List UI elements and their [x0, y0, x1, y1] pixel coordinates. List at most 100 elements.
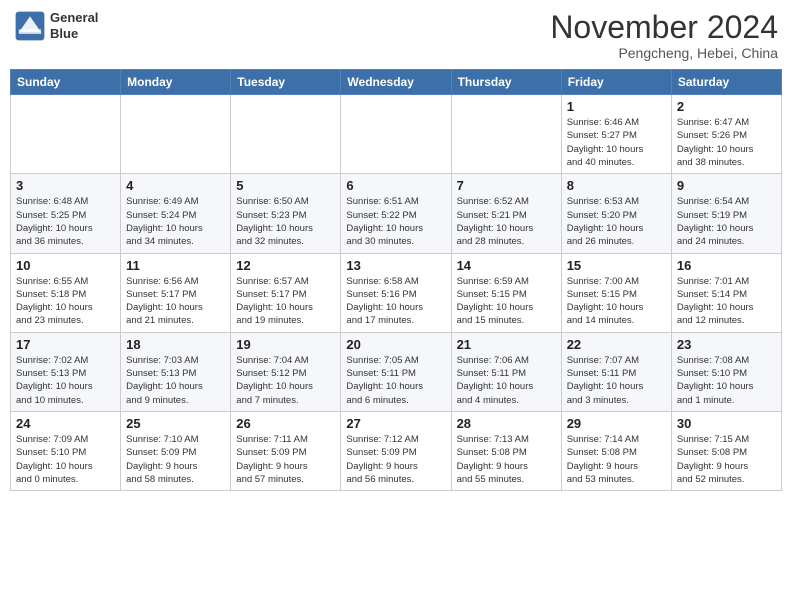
day-number: 3: [16, 178, 115, 193]
day-number: 1: [567, 99, 666, 114]
calendar-cell: 12Sunrise: 6:57 AMSunset: 5:17 PMDayligh…: [231, 253, 341, 332]
week-row-4: 17 Sunrise: 7:02 AMSunset: 5:13 PMDayligh…: [11, 332, 782, 411]
day-number: 27: [346, 416, 445, 431]
day-number: 18: [126, 337, 225, 352]
day-info: Sunrise: 6:47 AMSunset: 5:26 PMDaylight:…: [677, 116, 776, 169]
day-number: 12: [236, 258, 335, 273]
day-info: Sunrise: 7:03 AMSunset: 5:13 PMDaylight:…: [126, 354, 225, 407]
day-info: Sunrise: 6:50 AMSunset: 5:23 PMDaylight:…: [236, 195, 335, 248]
day-number: 4: [126, 178, 225, 193]
calendar-cell: [341, 95, 451, 174]
calendar-cell: 16 Sunrise: 7:01 AMSunset: 5:14 PMDayligh…: [671, 253, 781, 332]
calendar-cell: 15 Sunrise: 7:00 AMSunset: 5:15 PMDayligh…: [561, 253, 671, 332]
weekday-header-friday: Friday: [561, 70, 671, 95]
day-number: 10: [16, 258, 115, 273]
weekday-header-row: SundayMondayTuesdayWednesdayThursdayFrid…: [11, 70, 782, 95]
day-number: 8: [567, 178, 666, 193]
calendar-cell: 7 Sunrise: 6:52 AMSunset: 5:21 PMDaylight…: [451, 174, 561, 253]
day-number: 16: [677, 258, 776, 273]
calendar-cell: 25 Sunrise: 7:10 AMSunset: 5:09 PMDayligh…: [121, 411, 231, 490]
calendar-cell: 28 Sunrise: 7:13 AMSunset: 5:08 PMDayligh…: [451, 411, 561, 490]
calendar-cell: 20 Sunrise: 7:05 AMSunset: 5:11 PMDayligh…: [341, 332, 451, 411]
calendar-cell: 9 Sunrise: 6:54 AMSunset: 5:19 PMDaylight…: [671, 174, 781, 253]
day-number: 7: [457, 178, 556, 193]
logo-text: General Blue: [50, 10, 98, 41]
day-number: 5: [236, 178, 335, 193]
calendar-cell: 13 Sunrise: 6:58 AMSunset: 5:16 PMDayligh…: [341, 253, 451, 332]
calendar-cell: 5 Sunrise: 6:50 AMSunset: 5:23 PMDaylight…: [231, 174, 341, 253]
calendar-cell: 14 Sunrise: 6:59 AMSunset: 5:15 PMDayligh…: [451, 253, 561, 332]
day-info: Sunrise: 6:54 AMSunset: 5:19 PMDaylight:…: [677, 195, 776, 248]
calendar-cell: 26Sunrise: 7:11 AMSunset: 5:09 PMDayligh…: [231, 411, 341, 490]
day-info: Sunrise: 7:09 AMSunset: 5:10 PMDaylight:…: [16, 433, 115, 486]
calendar-cell: 4Sunrise: 6:49 AMSunset: 5:24 PMDaylight…: [121, 174, 231, 253]
day-number: 21: [457, 337, 556, 352]
day-info: Sunrise: 6:52 AMSunset: 5:21 PMDaylight:…: [457, 195, 556, 248]
day-number: 11: [126, 258, 225, 273]
calendar-cell: 8 Sunrise: 6:53 AMSunset: 5:20 PMDaylight…: [561, 174, 671, 253]
day-number: 9: [677, 178, 776, 193]
day-number: 23: [677, 337, 776, 352]
day-info: Sunrise: 6:53 AMSunset: 5:20 PMDaylight:…: [567, 195, 666, 248]
day-info: Sunrise: 7:04 AMSunset: 5:12 PMDaylight:…: [236, 354, 335, 407]
day-number: 25: [126, 416, 225, 431]
day-info: Sunrise: 6:59 AMSunset: 5:15 PMDaylight:…: [457, 275, 556, 328]
calendar-cell: 11 Sunrise: 6:56 AMSunset: 5:17 PMDayligh…: [121, 253, 231, 332]
weekday-header-monday: Monday: [121, 70, 231, 95]
page-header: General Blue November 2024 Pengcheng, He…: [10, 10, 782, 61]
weekday-header-tuesday: Tuesday: [231, 70, 341, 95]
calendar-cell: 30 Sunrise: 7:15 AMSunset: 5:08 PMDayligh…: [671, 411, 781, 490]
day-info: Sunrise: 7:10 AMSunset: 5:09 PMDaylight:…: [126, 433, 225, 486]
day-info: Sunrise: 7:13 AMSunset: 5:08 PMDaylight:…: [457, 433, 556, 486]
day-info: Sunrise: 7:00 AMSunset: 5:15 PMDaylight:…: [567, 275, 666, 328]
day-info: Sunrise: 6:48 AMSunset: 5:25 PMDaylight:…: [16, 195, 115, 248]
day-number: 6: [346, 178, 445, 193]
day-number: 15: [567, 258, 666, 273]
calendar-cell: 22Sunrise: 7:07 AMSunset: 5:11 PMDayligh…: [561, 332, 671, 411]
calendar-cell: 23 Sunrise: 7:08 AMSunset: 5:10 PMDayligh…: [671, 332, 781, 411]
day-info: Sunrise: 7:02 AMSunset: 5:13 PMDaylight:…: [16, 354, 115, 407]
logo-icon: [14, 10, 46, 42]
day-number: 13: [346, 258, 445, 273]
calendar-table: SundayMondayTuesdayWednesdayThursdayFrid…: [10, 69, 782, 491]
calendar-cell: [11, 95, 121, 174]
day-info: Sunrise: 6:55 AMSunset: 5:18 PMDaylight:…: [16, 275, 115, 328]
day-info: Sunrise: 7:08 AMSunset: 5:10 PMDaylight:…: [677, 354, 776, 407]
day-info: Sunrise: 7:01 AMSunset: 5:14 PMDaylight:…: [677, 275, 776, 328]
day-info: Sunrise: 6:46 AMSunset: 5:27 PMDaylight:…: [567, 116, 666, 169]
week-row-3: 10 Sunrise: 6:55 AMSunset: 5:18 PMDayligh…: [11, 253, 782, 332]
day-number: 19: [236, 337, 335, 352]
day-number: 26: [236, 416, 335, 431]
calendar-cell: 3 Sunrise: 6:48 AMSunset: 5:25 PMDaylight…: [11, 174, 121, 253]
day-info: Sunrise: 6:56 AMSunset: 5:17 PMDaylight:…: [126, 275, 225, 328]
day-number: 2: [677, 99, 776, 114]
logo: General Blue: [14, 10, 98, 42]
calendar-cell: 27Sunrise: 7:12 AMSunset: 5:09 PMDayligh…: [341, 411, 451, 490]
calendar-cell: [121, 95, 231, 174]
day-info: Sunrise: 6:58 AMSunset: 5:16 PMDaylight:…: [346, 275, 445, 328]
calendar-cell: 10 Sunrise: 6:55 AMSunset: 5:18 PMDayligh…: [11, 253, 121, 332]
calendar-cell: 1 Sunrise: 6:46 AMSunset: 5:27 PMDaylight…: [561, 95, 671, 174]
day-number: 28: [457, 416, 556, 431]
calendar-cell: 19 Sunrise: 7:04 AMSunset: 5:12 PMDayligh…: [231, 332, 341, 411]
week-row-1: 1 Sunrise: 6:46 AMSunset: 5:27 PMDaylight…: [11, 95, 782, 174]
day-info: Sunrise: 7:06 AMSunset: 5:11 PMDaylight:…: [457, 354, 556, 407]
day-info: Sunrise: 7:05 AMSunset: 5:11 PMDaylight:…: [346, 354, 445, 407]
calendar-cell: 24 Sunrise: 7:09 AMSunset: 5:10 PMDayligh…: [11, 411, 121, 490]
day-number: 30: [677, 416, 776, 431]
day-number: 24: [16, 416, 115, 431]
calendar-cell: [451, 95, 561, 174]
calendar-cell: 6Sunrise: 6:51 AMSunset: 5:22 PMDaylight…: [341, 174, 451, 253]
week-row-5: 24 Sunrise: 7:09 AMSunset: 5:10 PMDayligh…: [11, 411, 782, 490]
day-number: 17: [16, 337, 115, 352]
title-block: November 2024 Pengcheng, Hebei, China: [550, 10, 778, 61]
day-info: Sunrise: 7:15 AMSunset: 5:08 PMDaylight:…: [677, 433, 776, 486]
calendar-cell: 17 Sunrise: 7:02 AMSunset: 5:13 PMDayligh…: [11, 332, 121, 411]
calendar-cell: [231, 95, 341, 174]
calendar-cell: 29Sunrise: 7:14 AMSunset: 5:08 PMDayligh…: [561, 411, 671, 490]
day-number: 14: [457, 258, 556, 273]
day-number: 20: [346, 337, 445, 352]
day-info: Sunrise: 7:07 AMSunset: 5:11 PMDaylight:…: [567, 354, 666, 407]
location-subtitle: Pengcheng, Hebei, China: [550, 45, 778, 61]
day-number: 29: [567, 416, 666, 431]
